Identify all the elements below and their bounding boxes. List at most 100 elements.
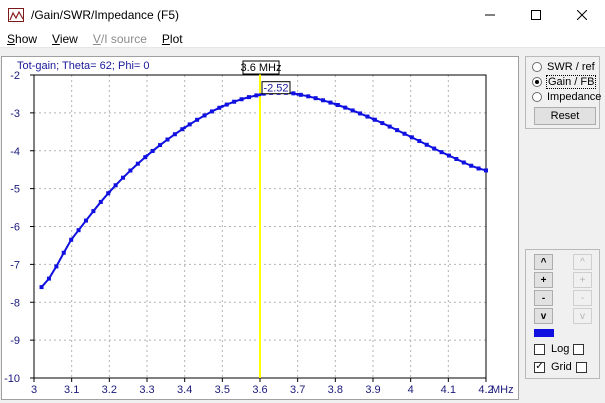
y-tick-label: -4 <box>10 146 20 158</box>
curve-marker <box>439 150 444 155</box>
curve-marker <box>217 105 222 110</box>
log-right-checkbox[interactable] <box>573 343 585 355</box>
radio-impedance[interactable]: Impedance <box>532 91 601 103</box>
curve-marker <box>395 128 400 133</box>
maximize-icon <box>531 10 541 20</box>
curve-marker <box>232 99 237 104</box>
gain-chart[interactable]: 3 3.1 3.2 3.3 3.4 3.5 3.6 3.7 3.8 3.9 4 4.1 4.2-2-3-… <box>2 57 520 401</box>
curve-marker <box>54 264 59 269</box>
y-tick-label: -3 <box>10 108 20 120</box>
y-tick-label: -10 <box>4 373 20 385</box>
menu-plot[interactable]: Plot <box>155 32 191 46</box>
x-tick-label: 3 <box>31 384 37 396</box>
menu-view[interactable]: View <box>45 32 86 46</box>
radio-swr[interactable]: SWR / ref <box>532 61 595 73</box>
title-bar: /Gain/SWR/Impedance (F5) <box>0 0 605 30</box>
grid-checkbox[interactable]: ✓ <box>534 361 545 373</box>
curve-marker <box>150 148 155 153</box>
y-tick-label: -6 <box>10 222 20 234</box>
close-button[interactable] <box>559 0 605 30</box>
zoom-in-button[interactable]: + <box>534 272 553 288</box>
data-point <box>220 104 224 108</box>
scale-down-button[interactable]: v <box>534 308 553 324</box>
radio-swr-circle[interactable] <box>532 62 542 72</box>
curve-marker <box>172 132 177 137</box>
curve-marker <box>306 94 311 99</box>
grid-label: Grid <box>551 361 572 373</box>
radio-gain-circle[interactable] <box>532 77 542 87</box>
close-icon <box>577 10 587 20</box>
y-tick-label: -5 <box>10 184 20 196</box>
curve-marker <box>46 276 51 281</box>
x-tick-label: 4 <box>408 384 414 396</box>
curve-marker <box>417 139 422 144</box>
radio-swr-label: SWR / ref <box>547 61 595 73</box>
x-tick-label: 3.9 <box>365 384 380 396</box>
data-point <box>70 237 74 241</box>
curve-marker <box>165 137 170 142</box>
data-point <box>446 153 450 157</box>
log-checkbox-row[interactable]: Log <box>534 343 585 355</box>
curve-marker <box>158 143 163 148</box>
y-tick-label: -9 <box>10 335 20 347</box>
curve-marker <box>209 109 214 114</box>
curve-marker <box>365 114 370 119</box>
data-point <box>333 102 337 106</box>
right-zoom-out-button[interactable]: - <box>573 290 592 306</box>
curve-marker <box>402 131 407 136</box>
plot-header: Tot-gain; Theta= 62; Phi= 0 <box>17 60 150 72</box>
zoom-out-button[interactable]: - <box>534 290 553 306</box>
plot-panel[interactable]: 3 3.1 3.2 3.3 3.4 3.5 3.6 3.7 3.8 3.9 4 4.1 4.2 -2 -3-… <box>1 56 519 400</box>
grid-right-checkbox[interactable] <box>575 361 587 373</box>
curve-marker <box>128 168 133 173</box>
curve-marker <box>239 97 244 102</box>
right-scale-down-button[interactable]: v <box>573 308 592 324</box>
data-point <box>183 126 187 130</box>
data-point <box>484 168 488 172</box>
curve-marker <box>454 157 459 162</box>
x-tick-label: 3.6 <box>252 384 267 396</box>
curve-marker <box>121 175 126 180</box>
curve-marker <box>98 199 103 204</box>
curve-marker <box>432 146 437 151</box>
radio-gain[interactable]: Gain / FB <box>532 75 597 89</box>
menu-vi-source[interactable]: V/I source <box>86 32 155 46</box>
curve-marker <box>254 93 259 98</box>
scale-controls: ^ + - v ^ + - v Log ✓ Grid <box>525 249 600 379</box>
menu-show[interactable]: Show <box>0 32 45 46</box>
curve-marker <box>76 228 81 233</box>
right-zoom-in-button[interactable]: + <box>573 272 592 288</box>
gain-curve <box>40 91 487 288</box>
control-panel: SWR / ref Gain / FB Impedance Reset ^ + … <box>521 56 605 400</box>
curve-marker <box>246 95 251 100</box>
reset-button[interactable]: Reset <box>534 107 596 125</box>
curve-marker <box>343 105 348 110</box>
data-point <box>371 117 375 121</box>
x-tick-label: 3.1 <box>64 384 79 396</box>
radio-impedance-label: Impedance <box>547 91 602 103</box>
minimize-button[interactable] <box>467 0 513 30</box>
curve-marker <box>476 166 481 171</box>
log-label: Log <box>551 343 570 355</box>
curve-marker <box>91 209 96 214</box>
data-point <box>145 154 149 158</box>
right-scale-up-button[interactable]: ^ <box>573 254 592 270</box>
curve-color-swatch[interactable] <box>534 329 554 337</box>
menu-bar: Show View V/I source Plot <box>0 30 605 48</box>
grid-checkbox-row[interactable]: ✓ Grid <box>534 361 587 373</box>
curve-marker <box>298 92 303 97</box>
curve-marker <box>380 121 385 126</box>
curve-marker <box>358 111 363 116</box>
data-point <box>409 135 413 139</box>
y-tick-label: -8 <box>10 297 20 309</box>
maximize-button[interactable] <box>513 0 559 30</box>
radio-impedance-circle[interactable] <box>532 92 542 102</box>
curve-marker <box>350 108 355 113</box>
y-tick-label: -7 <box>10 259 20 271</box>
scale-up-button[interactable]: ^ <box>534 254 553 270</box>
curve-marker <box>321 98 326 103</box>
log-checkbox[interactable] <box>534 343 545 355</box>
x-tick-label: 3.4 <box>177 384 192 396</box>
curve-marker <box>135 161 140 166</box>
curve-marker <box>469 163 474 168</box>
